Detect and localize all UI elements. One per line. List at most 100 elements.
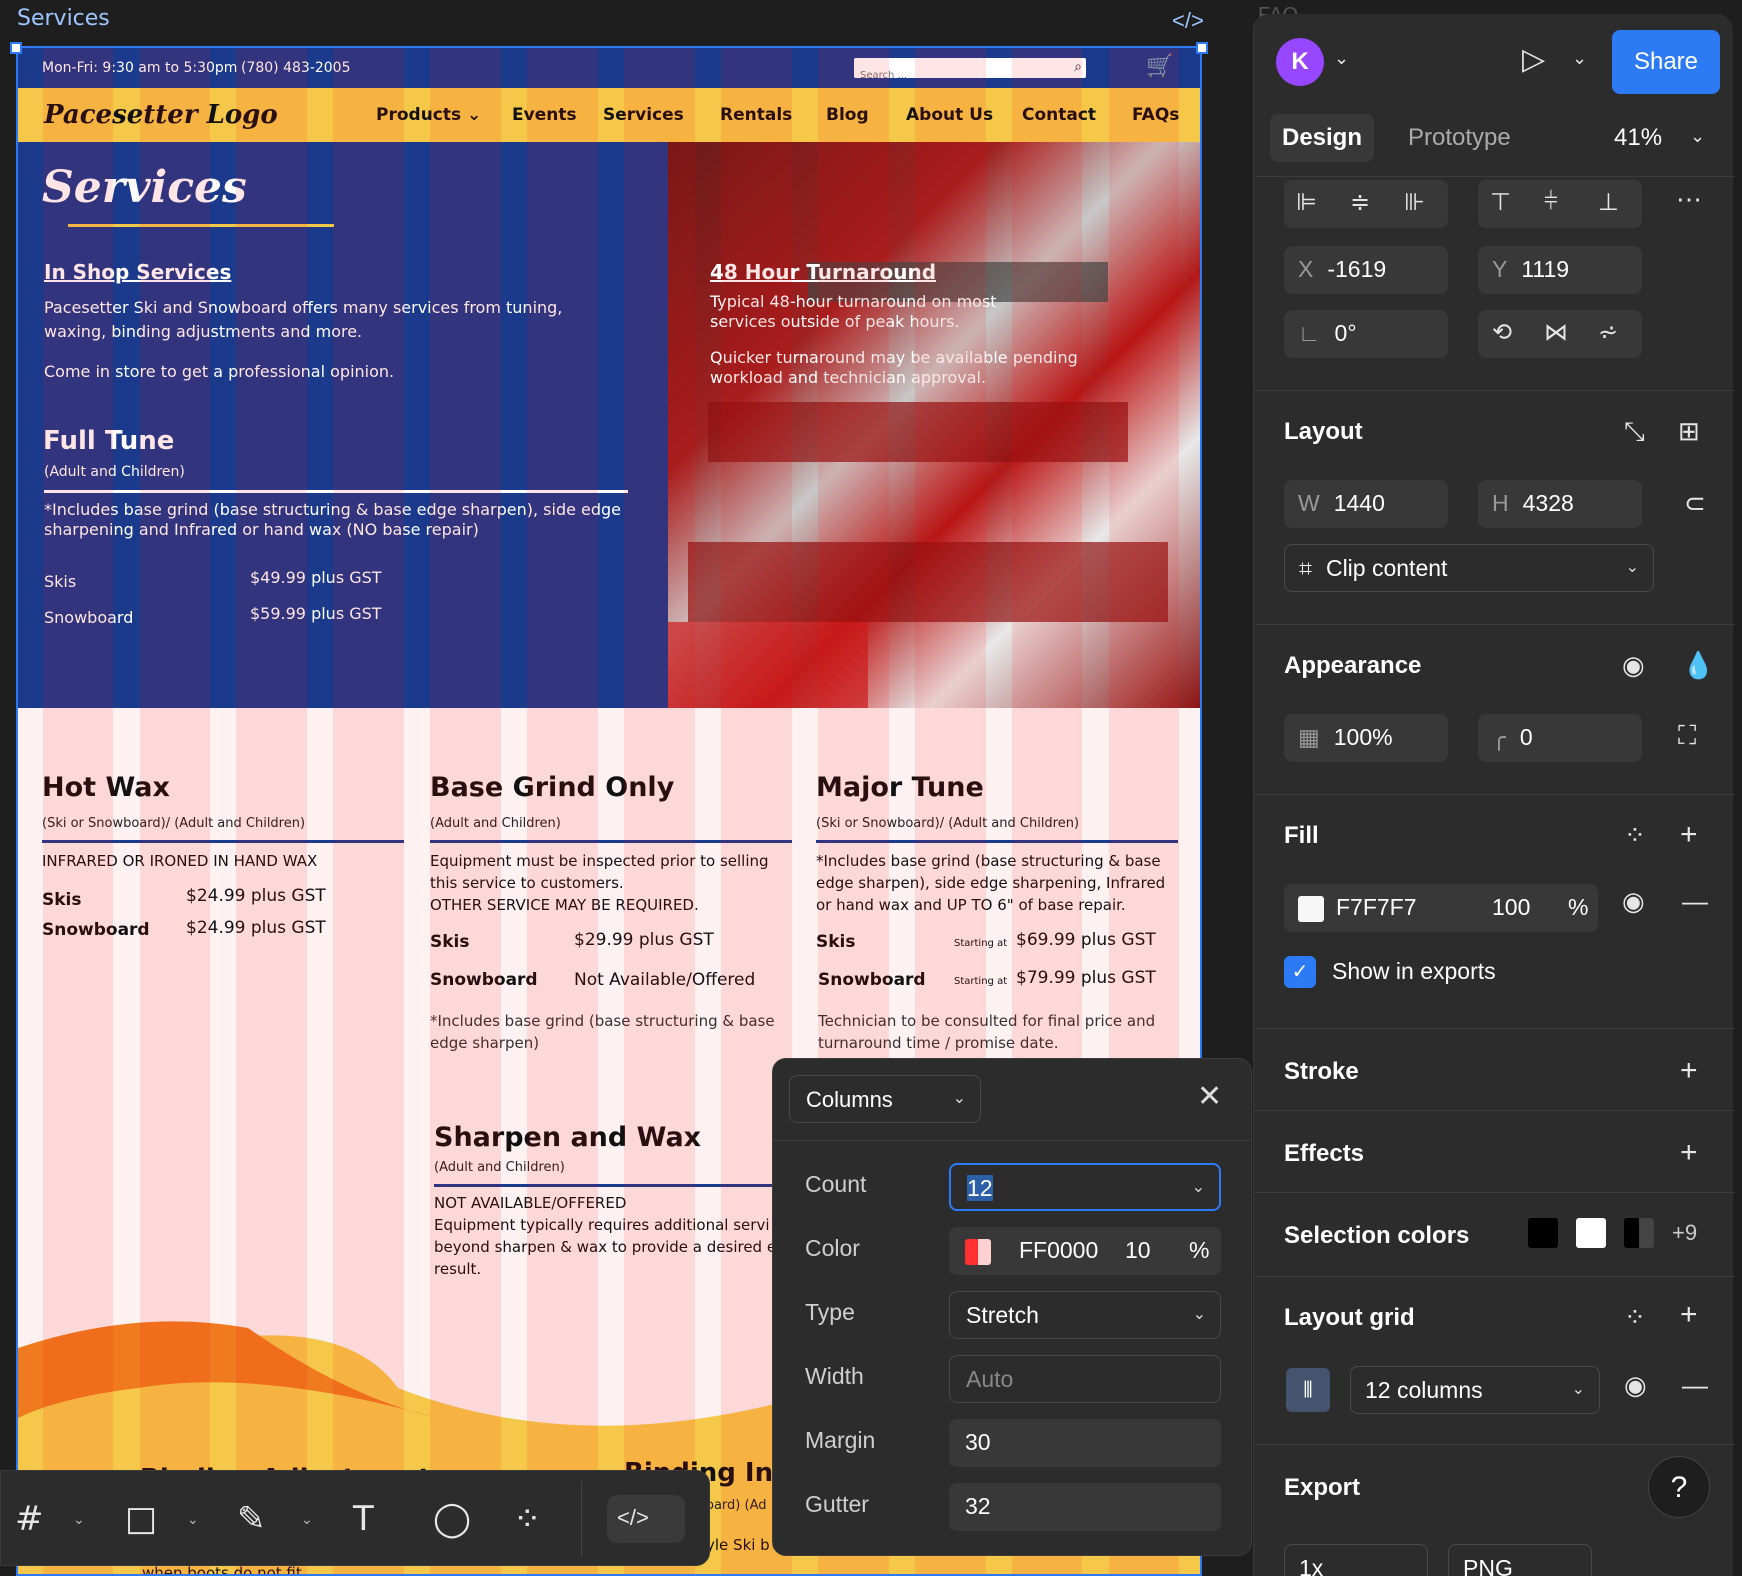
color-swatch[interactable]: [1576, 1218, 1606, 1248]
export-scale-select[interactable]: 1x: [1284, 1544, 1428, 1576]
add-effect-icon[interactable]: +: [1680, 1136, 1698, 1170]
align-middle-icon[interactable]: ⫩: [1544, 188, 1558, 216]
auto-layout-icon[interactable]: ⊞: [1678, 416, 1700, 447]
clip-content-select[interactable]: ⌗ Clip content ⌄: [1284, 544, 1654, 592]
show-in-exports-label: Show in exports: [1332, 958, 1496, 984]
add-fill-icon[interactable]: +: [1680, 818, 1698, 852]
align-right-icon[interactable]: ⊪: [1404, 188, 1425, 217]
width-input[interactable]: Auto: [949, 1355, 1221, 1403]
margin-input[interactable]: 30: [949, 1419, 1221, 1467]
chevron-down-icon: ⌄: [952, 1090, 966, 1107]
add-stroke-icon[interactable]: +: [1680, 1054, 1698, 1088]
remove-icon[interactable]: —: [1682, 886, 1708, 917]
more-colors-count[interactable]: +9: [1672, 1220, 1697, 1246]
flip-vertical-icon[interactable]: ⩫: [1598, 318, 1618, 347]
grid-select[interactable]: 12 columns ⌄: [1350, 1366, 1600, 1414]
layout-grid-popup: Columns ⌄ ✕ Count 12 ⌄ Color FF0000 10% Typ…: [772, 1058, 1252, 1556]
chevron-down-icon[interactable]: ⌄: [187, 1511, 199, 1528]
blend-mode-icon[interactable]: 💧: [1682, 650, 1714, 681]
help-button[interactable]: ?: [1648, 1456, 1710, 1518]
x-position-field[interactable]: X -1619: [1284, 246, 1448, 294]
color-input[interactable]: FF0000 10%: [949, 1227, 1221, 1275]
actions-icon[interactable]: ⁘: [513, 1499, 542, 1539]
height-field[interactable]: H 4328: [1478, 480, 1642, 528]
margin-label: Margin: [805, 1427, 876, 1453]
align-left-icon[interactable]: ⊫: [1296, 188, 1317, 217]
close-icon[interactable]: ✕: [1197, 1079, 1222, 1114]
y-position-field[interactable]: Y 1119: [1478, 246, 1642, 294]
collapse-icon[interactable]: ⤡: [1624, 416, 1645, 448]
gutter-label: Gutter: [805, 1491, 869, 1517]
grid-column: [430, 48, 501, 1574]
tab-design[interactable]: Design: [1270, 114, 1374, 162]
frame-tool-icon[interactable]: #: [15, 1499, 44, 1539]
color-swatch[interactable]: [1624, 1218, 1654, 1248]
effects-section-title: Effects: [1284, 1140, 1365, 1167]
remove-icon[interactable]: —: [1682, 1370, 1708, 1401]
rotation-icon: ∟: [1298, 320, 1321, 346]
properties-panel: K ⌄ ▷ ⌄ Share Design Prototype 41% ⌄ ⊫ ≑…: [1253, 14, 1734, 1576]
resize-handle[interactable]: [10, 42, 22, 54]
chevron-down-icon[interactable]: ⌄: [1690, 126, 1705, 147]
chevron-down-icon[interactable]: ⌄: [73, 1511, 85, 1528]
gutter-input[interactable]: 32: [949, 1483, 1221, 1531]
pen-tool-icon[interactable]: ✎: [237, 1499, 266, 1539]
color-label: Color: [805, 1235, 860, 1261]
eye-icon[interactable]: ◉: [1622, 650, 1645, 681]
chevron-down-icon: ⌄: [1625, 559, 1639, 576]
width-field[interactable]: W 1440: [1284, 480, 1448, 528]
align-center-icon[interactable]: ≑: [1350, 188, 1370, 217]
align-top-icon[interactable]: ⊤: [1490, 188, 1511, 217]
comment-tool-icon[interactable]: ◯: [433, 1499, 471, 1539]
chevron-down-icon[interactable]: ⌄: [301, 1511, 313, 1528]
corner-radius-field[interactable]: ╭ 0: [1478, 714, 1642, 762]
eye-icon[interactable]: ◉: [1624, 1370, 1647, 1401]
grid-column: [333, 48, 405, 1574]
show-in-exports-checkbox[interactable]: ✓: [1284, 956, 1316, 988]
selection-colors-title: Selection colors: [1284, 1222, 1470, 1249]
opacity-icon: ▦: [1298, 724, 1320, 750]
transform-group: ⟲ ⋈ ⩫: [1478, 310, 1642, 358]
constrain-proportions-icon[interactable]: ⊂: [1684, 488, 1706, 519]
opacity-field[interactable]: ▦ 100%: [1284, 714, 1448, 762]
resize-handle[interactable]: [1196, 42, 1208, 54]
code-icon[interactable]: </>: [1172, 8, 1204, 34]
chevron-down-icon: ⌄: [1571, 1381, 1585, 1398]
zoom-level[interactable]: 41%: [1614, 124, 1662, 152]
text-tool-icon[interactable]: T: [353, 1499, 374, 1539]
flip-horizontal-icon[interactable]: ⋈: [1544, 318, 1568, 347]
tab-prototype[interactable]: Prototype: [1408, 124, 1511, 152]
fill-swatch: [1298, 895, 1324, 922]
rectangle-tool-icon[interactable]: □: [125, 1499, 157, 1539]
avatar[interactable]: K: [1276, 38, 1324, 86]
columns-grid-icon[interactable]: ⦀: [1286, 1368, 1330, 1412]
fill-color-field[interactable]: F7F7F7 100%: [1284, 884, 1598, 932]
in-shop-text: Pacesetter Ski and Snowboard offers many…: [44, 298, 563, 341]
styles-icon[interactable]: ⁘: [1624, 1302, 1646, 1333]
export-format-select[interactable]: PNG: [1448, 1544, 1592, 1576]
type-select[interactable]: Stretch ⌄: [949, 1291, 1221, 1339]
grid-type-select[interactable]: Columns ⌄: [789, 1075, 981, 1123]
color-swatch[interactable]: [1528, 1218, 1558, 1248]
align-bottom-icon[interactable]: ⊥: [1598, 188, 1619, 217]
share-button[interactable]: Share: [1612, 30, 1720, 94]
eye-icon[interactable]: ◉: [1622, 886, 1645, 917]
chevron-down-icon[interactable]: ⌄: [1572, 48, 1587, 69]
fill-section-title: Fill: [1284, 822, 1319, 849]
add-grid-icon[interactable]: +: [1680, 1298, 1698, 1332]
chevron-down-icon[interactable]: ⌄: [1334, 48, 1349, 69]
frame-label[interactable]: Services: [17, 6, 110, 31]
play-icon[interactable]: ▷: [1522, 42, 1545, 77]
appearance-section-title: Appearance: [1284, 652, 1422, 679]
rotation-field[interactable]: ∟ 0°: [1284, 310, 1448, 358]
stroke-section-title: Stroke: [1284, 1058, 1359, 1085]
independent-corners-icon[interactable]: ⛶: [1678, 720, 1696, 752]
more-icon[interactable]: ⋯: [1676, 184, 1702, 215]
rotate-icon[interactable]: ⟲: [1492, 318, 1512, 347]
styles-icon[interactable]: ⁘: [1624, 820, 1646, 851]
grid-column: [624, 48, 695, 1574]
count-input[interactable]: 12 ⌄: [949, 1163, 1221, 1211]
align-vertical-group: ⊤ ⫩ ⊥: [1478, 180, 1642, 228]
type-label: Type: [805, 1299, 855, 1325]
dev-mode-toggle-icon[interactable]: </>: [607, 1495, 685, 1543]
